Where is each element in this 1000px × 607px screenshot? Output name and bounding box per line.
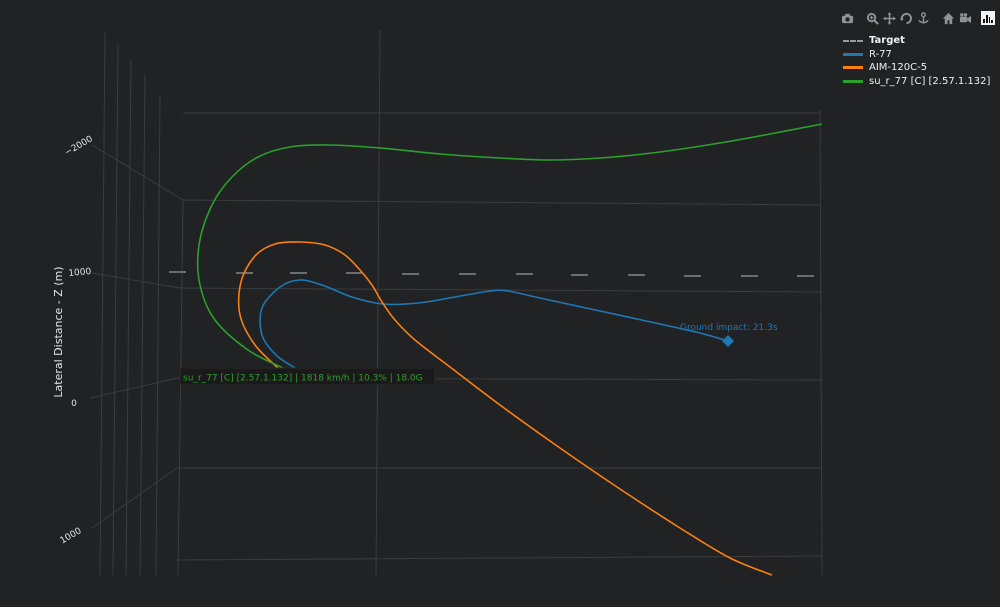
legend-swatch (843, 52, 863, 56)
hover-tooltip-text: su_r_77 [C] [2.57.1.132] | 1818 km/h | 1… (183, 374, 423, 384)
zoom-icon[interactable] (865, 10, 880, 26)
z-axis-tick-label: 1000 (68, 267, 92, 279)
hover-tooltip: su_r_77 [C] [2.57.1.132] | 1818 km/h | 1… (179, 367, 436, 386)
orbit-icon[interactable] (899, 10, 914, 26)
reset-home-icon[interactable] (941, 10, 956, 26)
modebar (840, 9, 995, 27)
3d-trajectory-plot[interactable]: −2000100001000 Lateral Distance - Z (m) … (0, 0, 1000, 603)
trace-aim-120c-5[interactable] (237, 241, 773, 576)
ground-impact-marker[interactable] (722, 335, 734, 347)
pan-icon[interactable] (882, 10, 897, 26)
legend-label: AIM-120C-5 (869, 62, 928, 74)
trace-r-77[interactable] (259, 279, 729, 369)
trajectory-markers[interactable] (722, 335, 734, 347)
chart-area[interactable]: −2000 1000 0 1000 Lateral Distance - Z (m) … (0, 0, 1000, 603)
legend-item[interactable]: su_r_77 [C] [2.57.1.132] (843, 75, 990, 89)
legend-label: R-77 (869, 48, 892, 60)
legend-label: Target (869, 35, 905, 47)
turntable-icon[interactable] (916, 10, 931, 26)
legend: Target R-77 AIM-120C-5 su_r_77 [C] [2.57.1.… (843, 34, 990, 88)
scene-grid (89, 29, 823, 576)
z-axis-title: Lateral Distance - Z (m) (52, 266, 65, 397)
reset-view-icon[interactable] (958, 10, 973, 26)
camera-icon[interactable] (840, 10, 855, 26)
plotly-logo-icon[interactable] (981, 11, 995, 25)
legend-item[interactable]: AIM-120C-5 (843, 61, 990, 75)
legend-label: su_r_77 [C] [2.57.1.132] (869, 75, 991, 87)
legend-swatch (843, 79, 863, 83)
z-axis-tick-label: 0 (71, 399, 77, 409)
z-axis-tick-label: 1000 (59, 526, 84, 546)
ground-impact-annotation: Ground impact: 21.3s (680, 323, 778, 333)
legend-swatch (843, 66, 863, 70)
legend-swatch (843, 39, 863, 42)
trajectory-traces[interactable] (169, 123, 823, 576)
z-axis-tick-label: −2000 (63, 134, 95, 158)
legend-item[interactable]: Target (843, 34, 990, 48)
legend-item[interactable]: R-77 (843, 48, 990, 62)
